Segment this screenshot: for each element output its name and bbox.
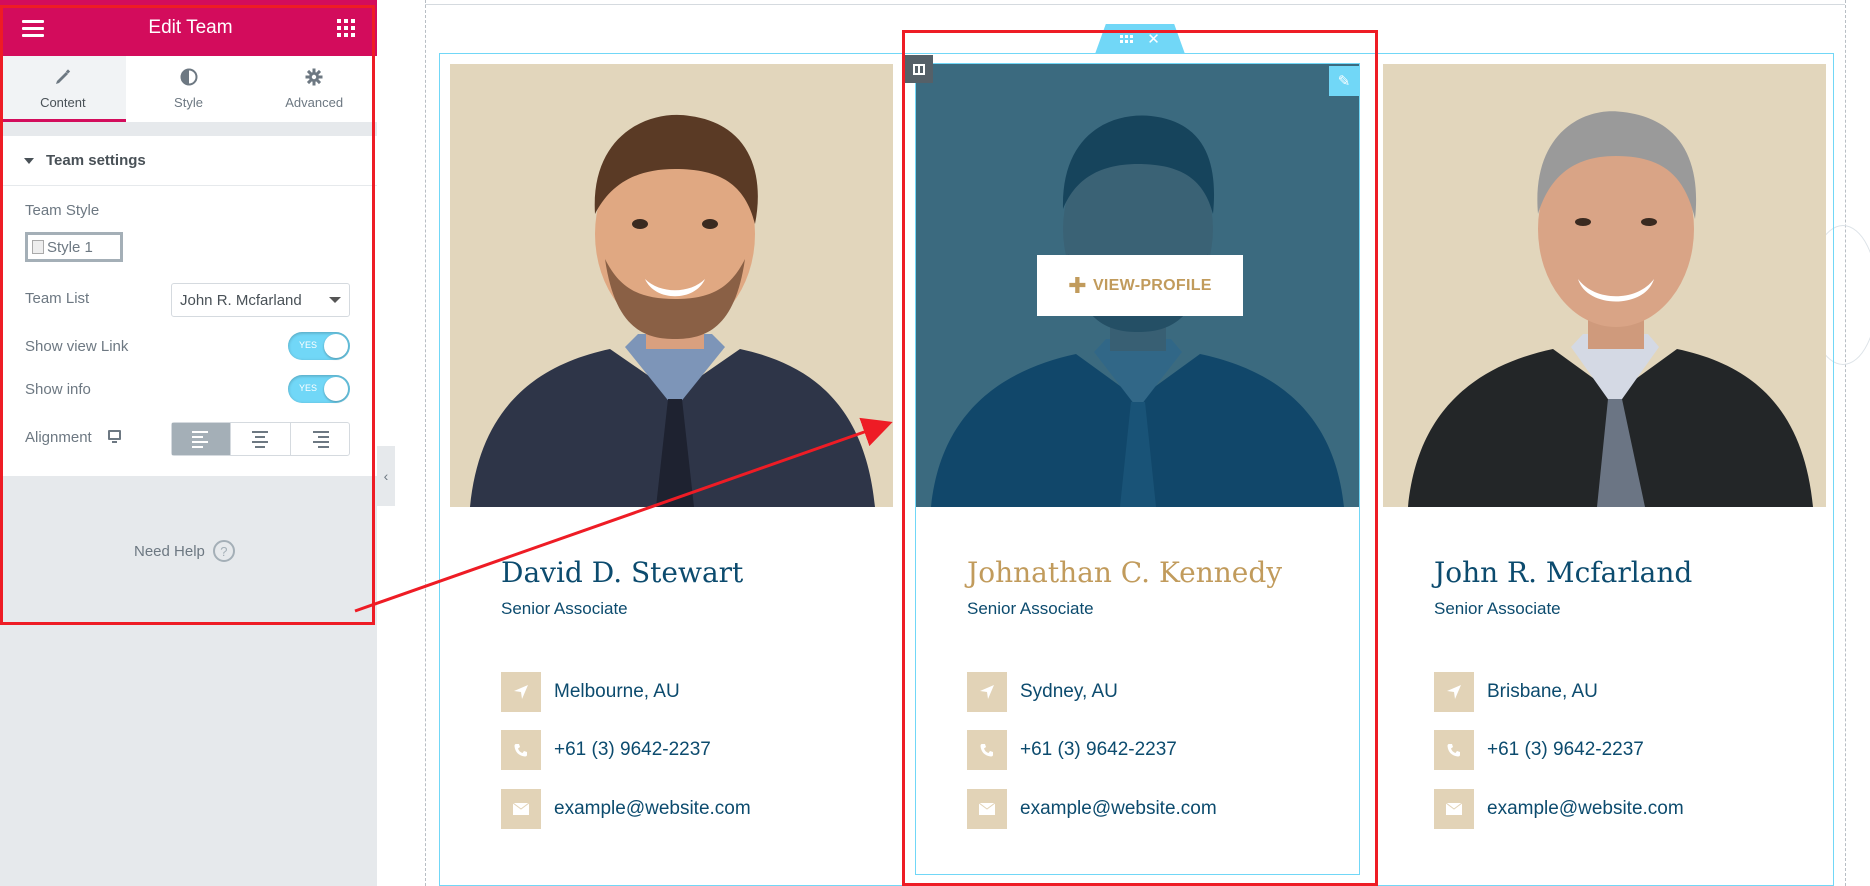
envelope-icon xyxy=(967,789,1007,829)
toggle-knob xyxy=(324,377,348,401)
team-settings-section: Team settings Team Style Style 1 Team Li… xyxy=(0,136,377,476)
tab-advanced[interactable]: Advanced xyxy=(251,56,377,122)
show-view-link-label: Show view Link xyxy=(25,338,129,355)
location-text: Melbourne, AU xyxy=(554,681,680,702)
phone-icon xyxy=(501,730,541,770)
show-info-toggle[interactable]: YES xyxy=(288,375,350,403)
envelope-icon xyxy=(1434,789,1474,829)
tab-style[interactable]: Style xyxy=(126,56,252,122)
location-text: Brisbane, AU xyxy=(1487,681,1598,702)
team-card-hovered[interactable]: ✚ VIEW-PROFILE Johnathan C. Kennedy Seni… xyxy=(915,63,1360,886)
show-view-link-toggle[interactable]: YES xyxy=(288,332,350,360)
close-icon[interactable]: ✕ xyxy=(1147,30,1160,48)
canvas-guide-line xyxy=(425,0,426,886)
location-row: Brisbane, AU xyxy=(1434,672,1598,712)
canvas-guide-line xyxy=(1845,0,1846,886)
location-arrow-icon xyxy=(501,672,541,712)
phone-icon xyxy=(967,730,1007,770)
panel-title: Edit Team xyxy=(148,17,233,38)
page: Edit Team Content Style Advanced Team se… xyxy=(0,0,1870,886)
column-icon xyxy=(913,63,925,75)
caret-down-icon xyxy=(24,157,34,164)
team-style-label: Team Style xyxy=(25,202,100,219)
align-left-button[interactable] xyxy=(172,423,232,455)
team-member-name: John R. Mcfarland xyxy=(1434,556,1693,589)
editor-panel: Edit Team Content Style Advanced Team se… xyxy=(0,0,377,886)
align-center-button[interactable] xyxy=(231,423,291,455)
collapse-panel-button[interactable]: ‹ xyxy=(377,446,395,506)
team-style-image[interactable]: Style 1 xyxy=(25,232,123,262)
half-circle-icon xyxy=(180,68,198,89)
edit-pencil-icon: ✎ xyxy=(1337,73,1351,90)
team-list-value: John R. Mcfarland xyxy=(180,291,302,309)
phone-text: +61 (3) 9642-2237 xyxy=(554,739,711,760)
alignment-control xyxy=(171,422,350,456)
need-help-label: Need Help xyxy=(134,542,205,560)
alignment-label: Alignment xyxy=(25,429,92,446)
location-arrow-icon xyxy=(967,672,1007,712)
tab-style-label: Style xyxy=(174,95,203,110)
gear-icon xyxy=(305,68,323,89)
plus-icon: ✚ xyxy=(1068,272,1087,298)
phone-row: +61 (3) 9642-2237 xyxy=(1434,730,1644,770)
broken-image-icon xyxy=(32,240,44,254)
column-handle[interactable] xyxy=(905,55,933,83)
panel-header: Edit Team xyxy=(0,0,377,56)
pencil-icon xyxy=(54,68,72,89)
edit-widget-button[interactable]: ✎ xyxy=(1329,66,1359,96)
toggle-knob xyxy=(324,334,348,358)
team-member-photo xyxy=(1383,64,1826,507)
panel-tabs: Content Style Advanced xyxy=(0,56,377,122)
email-row: example@website.com xyxy=(967,789,1217,829)
team-member-role: Senior Associate xyxy=(967,599,1094,618)
canvas-top-line xyxy=(425,4,1845,5)
location-row: Sydney, AU xyxy=(967,672,1118,712)
tab-content[interactable]: Content xyxy=(0,56,126,122)
team-member-photo xyxy=(450,64,893,507)
view-profile-label: VIEW-PROFILE xyxy=(1092,276,1212,294)
envelope-icon xyxy=(501,789,541,829)
phone-text: +61 (3) 9642-2237 xyxy=(1487,739,1644,760)
location-text: Sydney, AU xyxy=(1020,681,1118,702)
email-row: example@website.com xyxy=(501,789,751,829)
phone-text: +61 (3) 9642-2237 xyxy=(1020,739,1177,760)
show-info-label: Show info xyxy=(25,381,91,398)
widgets-grid-icon[interactable] xyxy=(336,19,355,37)
dropdown-caret-icon xyxy=(329,297,341,303)
tab-advanced-label: Advanced xyxy=(285,95,344,110)
team-style-alt-text: Style 1 xyxy=(47,238,93,256)
team-list-label: Team List xyxy=(25,290,90,307)
team-list-select[interactable]: John R. Mcfarland xyxy=(171,283,350,317)
email-row: example@website.com xyxy=(1434,789,1684,829)
desktop-monitor-icon[interactable] xyxy=(108,430,121,443)
drag-handle-icon[interactable] xyxy=(1120,35,1134,43)
section-gap xyxy=(0,122,377,136)
email-text: example@website.com xyxy=(554,798,751,819)
toggle-state: YES xyxy=(299,340,318,350)
menu-icon[interactable] xyxy=(22,19,44,37)
team-card: John R. Mcfarland Senior Associate Brisb… xyxy=(1383,64,1826,886)
location-row: Melbourne, AU xyxy=(501,672,680,712)
team-member-role: Senior Associate xyxy=(501,599,628,618)
tab-content-label: Content xyxy=(40,95,86,110)
phone-icon xyxy=(1434,730,1474,770)
view-profile-button[interactable]: ✚ VIEW-PROFILE xyxy=(1037,255,1243,316)
team-member-role: Senior Associate xyxy=(1434,599,1561,618)
section-handle[interactable]: ✕ xyxy=(1095,24,1185,54)
phone-row: +61 (3) 9642-2237 xyxy=(967,730,1177,770)
team-member-name: Johnathan C. Kennedy xyxy=(967,556,1283,589)
team-member-photo: ✚ VIEW-PROFILE xyxy=(916,64,1359,507)
help-question-icon: ? xyxy=(212,540,235,562)
email-text: example@website.com xyxy=(1020,798,1217,819)
need-help-link[interactable]: Need Help ? xyxy=(134,540,235,562)
location-arrow-icon xyxy=(1434,672,1474,712)
toggle-state: YES xyxy=(299,383,318,393)
section-title: Team settings xyxy=(46,152,146,169)
team-member-name: David D. Stewart xyxy=(501,556,744,589)
team-card: David D. Stewart Senior Associate Melbou… xyxy=(450,64,893,886)
phone-row: +61 (3) 9642-2237 xyxy=(501,730,711,770)
section-header[interactable]: Team settings xyxy=(0,136,377,186)
email-text: example@website.com xyxy=(1487,798,1684,819)
align-right-button[interactable] xyxy=(291,423,349,455)
